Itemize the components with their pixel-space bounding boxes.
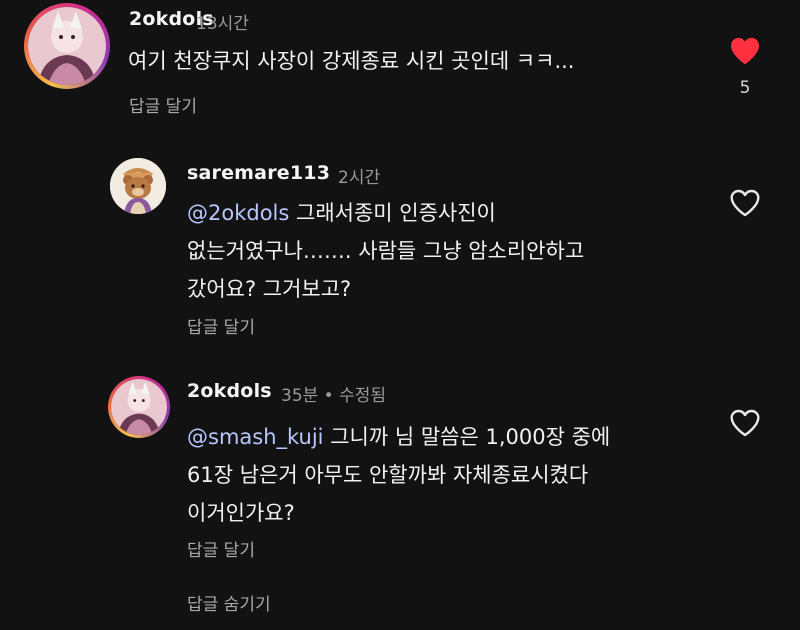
mention-link[interactable]: @2okdols	[187, 201, 289, 225]
heart-outline-icon	[730, 189, 760, 217]
avatar[interactable]	[108, 376, 170, 438]
anime-character-avatar-icon	[28, 7, 106, 85]
reply-button[interactable]: 답글 달기	[187, 313, 255, 338]
reply-item: saremare113 2시간 @2okdols 그래서종미 인증사진이 없는거…	[0, 150, 800, 350]
like-button[interactable]	[729, 188, 761, 218]
reply-timestamp: 2시간	[338, 168, 381, 188]
reply-username[interactable]: 2okdols	[187, 380, 272, 402]
avatar[interactable]	[110, 158, 166, 214]
reply-text-line-3: 갔어요? 그거보고?	[187, 277, 352, 301]
anime-character-avatar-icon	[111, 379, 167, 435]
comment-item: 2okdols 13시간 여기 천장쿠지 사장이 강제종료 시킨 곳인데 ㅋㅋ.…	[0, 0, 800, 130]
comment-text-line: 여기 천장쿠지 사장이 강제종료 시킨 곳인데 ㅋㅋ...	[128, 49, 575, 73]
bear-avatar-icon	[110, 158, 166, 214]
reply-text-line-3: 이거인가요?	[187, 501, 295, 525]
reply-text: @2okdols 그래서종미 인증사진이 없는거였구나……. 사람들 그냥 암소…	[187, 194, 584, 308]
reply-timestamp: 35분 • 수정됨	[281, 386, 387, 406]
reply-text-line-2: 없는거였구나……. 사람들 그냥 암소리안하고	[187, 239, 585, 263]
heart-outline-icon	[730, 409, 760, 437]
like-button[interactable]	[729, 408, 761, 438]
reply-button[interactable]: 답글 달기	[129, 92, 197, 117]
like-button[interactable]	[729, 36, 761, 66]
reply-username[interactable]: saremare113	[187, 162, 330, 184]
mention-link[interactable]: @smash_kuji	[187, 425, 324, 449]
like-count: 5	[739, 78, 751, 98]
reply-text-line-1: @smash_kuji 그니까 님 말씀은 1,000장 중에	[187, 425, 611, 449]
comment-text: 여기 천장쿠지 사장이 강제종료 시킨 곳인데 ㅋㅋ...	[128, 42, 574, 80]
reply-button[interactable]: 답글 달기	[187, 536, 255, 561]
reply-text-line-1: @2okdols 그래서종미 인증사진이	[187, 201, 496, 225]
hide-replies-button[interactable]: 답글 숨기기	[187, 590, 271, 615]
avatar[interactable]	[24, 3, 110, 89]
reply-text-line-2: 61장 남은거 아무도 안할까봐 자체종료시켰다	[187, 463, 589, 487]
reply-text: @smash_kuji 그니까 님 말씀은 1,000장 중에 61장 남은거 …	[187, 418, 610, 532]
reply-item: 2okdols 35분 • 수정됨 @smash_kuji 그니까 님 말씀은 …	[0, 368, 800, 568]
heart-filled-icon	[731, 37, 759, 65]
comment-timestamp: 13시간	[196, 14, 249, 34]
